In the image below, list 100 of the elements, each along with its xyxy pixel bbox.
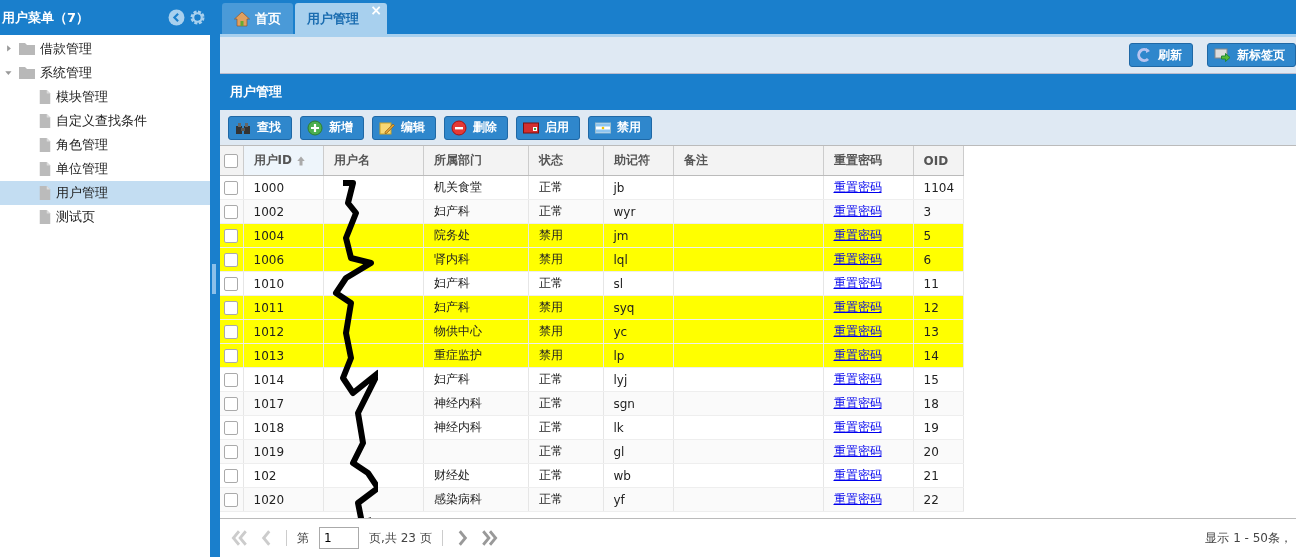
user-id: 1019 bbox=[253, 444, 285, 459]
status: 正常 bbox=[538, 372, 563, 386]
tree-item[interactable]: 模块管理 bbox=[0, 85, 210, 109]
document-icon bbox=[38, 209, 52, 225]
reset-password-link[interactable]: 重置密码 bbox=[833, 276, 882, 290]
mnemonic: gl bbox=[613, 444, 625, 459]
column-header[interactable]: 备注 bbox=[683, 152, 708, 169]
department: 妇产科 bbox=[433, 300, 470, 314]
house-icon bbox=[234, 10, 250, 27]
refresh-button[interactable]: 刷新 bbox=[1129, 43, 1193, 67]
department: 物供中心 bbox=[433, 324, 482, 338]
toolbar-button[interactable]: 新增 bbox=[300, 115, 364, 140]
row-checkbox[interactable] bbox=[224, 180, 239, 195]
toolbar-button[interactable]: 查找 bbox=[228, 115, 292, 140]
status: 正常 bbox=[538, 180, 563, 194]
panel-title: 用户管理 bbox=[220, 74, 1296, 110]
oid: 6 bbox=[923, 252, 932, 267]
page-label: 第 bbox=[297, 529, 309, 547]
mnemonic: wb bbox=[613, 468, 631, 483]
user-id: 1013 bbox=[253, 348, 285, 363]
row-checkbox[interactable] bbox=[224, 396, 239, 411]
row-checkbox[interactable] bbox=[224, 468, 239, 483]
sidebar-title: 用户菜单（7） bbox=[2, 8, 91, 27]
reset-password-link[interactable]: 重置密码 bbox=[833, 180, 882, 194]
user-id: 1014 bbox=[253, 372, 285, 387]
status: 正常 bbox=[538, 420, 563, 434]
select-all-checkbox[interactable] bbox=[224, 153, 239, 168]
status: 正常 bbox=[538, 276, 563, 290]
tree-label: 模块管理 bbox=[56, 88, 108, 106]
mnemonic: lp bbox=[613, 348, 625, 363]
double-chevron-left-icon bbox=[230, 529, 248, 547]
user-id: 1011 bbox=[253, 300, 285, 315]
caret-down-icon bbox=[4, 68, 14, 78]
user-id: 1012 bbox=[253, 324, 285, 339]
department: 妇产科 bbox=[433, 204, 470, 218]
splitter-handle[interactable] bbox=[212, 263, 216, 294]
folder-icon bbox=[18, 65, 36, 81]
tree-item[interactable]: 单位管理 bbox=[0, 157, 210, 181]
document-icon bbox=[38, 185, 52, 201]
department: 妇产科 bbox=[433, 276, 470, 290]
department: 重症监护 bbox=[433, 348, 482, 362]
toolbar-button[interactable]: 编辑 bbox=[372, 115, 436, 140]
row-checkbox[interactable] bbox=[224, 276, 239, 291]
row-checkbox[interactable] bbox=[224, 372, 239, 387]
row-checkbox[interactable] bbox=[224, 420, 239, 435]
tree-item[interactable]: 借款管理 bbox=[0, 37, 210, 61]
settings-icon bbox=[189, 9, 206, 26]
user-id: 1000 bbox=[253, 180, 285, 195]
tree-label: 测试页 bbox=[56, 208, 95, 226]
user-id: 1004 bbox=[253, 228, 285, 243]
department: 妇产科 bbox=[433, 372, 470, 386]
mnemonic: lql bbox=[613, 252, 628, 267]
flag-icon bbox=[595, 119, 611, 136]
status: 正常 bbox=[538, 444, 563, 458]
mnemonic: jm bbox=[613, 228, 629, 243]
mnemonic: yf bbox=[613, 492, 625, 507]
oid: 20 bbox=[923, 444, 939, 459]
collapse-left-icon bbox=[168, 9, 185, 26]
department: 神经内科 bbox=[433, 396, 482, 410]
department: 肾内科 bbox=[433, 252, 470, 266]
record-summary: 显示 1 - 50条， bbox=[1205, 529, 1293, 547]
column-header[interactable]: 状态 bbox=[538, 152, 563, 169]
row-checkbox[interactable] bbox=[224, 492, 239, 507]
oid: 3 bbox=[923, 204, 932, 219]
plus-icon bbox=[307, 119, 323, 136]
page-input[interactable]: 1 bbox=[319, 527, 359, 549]
reset-password-link[interactable]: 重置密码 bbox=[833, 420, 882, 434]
document-icon bbox=[38, 137, 52, 153]
oid: 21 bbox=[923, 468, 939, 483]
department: 院务处 bbox=[433, 228, 470, 242]
toolbar-button[interactable]: 启用 bbox=[516, 115, 580, 140]
tree-label: 自定义查找条件 bbox=[56, 112, 147, 130]
toolbar-button[interactable]: 禁用 bbox=[588, 115, 652, 140]
department: 感染病科 bbox=[433, 492, 482, 506]
row-checkbox[interactable] bbox=[224, 444, 239, 459]
oid: 13 bbox=[923, 324, 939, 339]
toolbar-button[interactable]: 删除 bbox=[444, 115, 508, 140]
tree-item[interactable]: 用户管理 bbox=[0, 181, 210, 205]
row-checkbox[interactable] bbox=[224, 204, 239, 219]
document-icon bbox=[38, 89, 52, 105]
mnemonic: yc bbox=[613, 324, 628, 339]
tree-item[interactable]: 角色管理 bbox=[0, 133, 210, 157]
mnemonic: lk bbox=[613, 420, 624, 435]
status: 禁用 bbox=[538, 324, 563, 338]
oid: 14 bbox=[923, 348, 939, 363]
user-id: 102 bbox=[253, 468, 277, 483]
tree-item[interactable]: 系统管理 bbox=[0, 61, 210, 85]
new-tab-button[interactable]: 新标签页 bbox=[1207, 43, 1296, 67]
status: 禁用 bbox=[538, 300, 563, 314]
tree-label: 单位管理 bbox=[56, 160, 108, 178]
tree-item[interactable]: 自定义查找条件 bbox=[0, 109, 210, 133]
tree-item[interactable]: 测试页 bbox=[0, 205, 210, 229]
last-page-button[interactable] bbox=[480, 529, 499, 547]
reset-password-link[interactable]: 重置密码 bbox=[833, 468, 882, 482]
mnemonic: syq bbox=[613, 300, 635, 315]
folder-icon bbox=[18, 41, 36, 57]
first-page-button[interactable] bbox=[230, 529, 248, 547]
page-count: 页,共 23 页 bbox=[369, 529, 432, 547]
status: 正常 bbox=[538, 492, 563, 506]
reset-password-link[interactable]: 重置密码 bbox=[833, 372, 882, 386]
